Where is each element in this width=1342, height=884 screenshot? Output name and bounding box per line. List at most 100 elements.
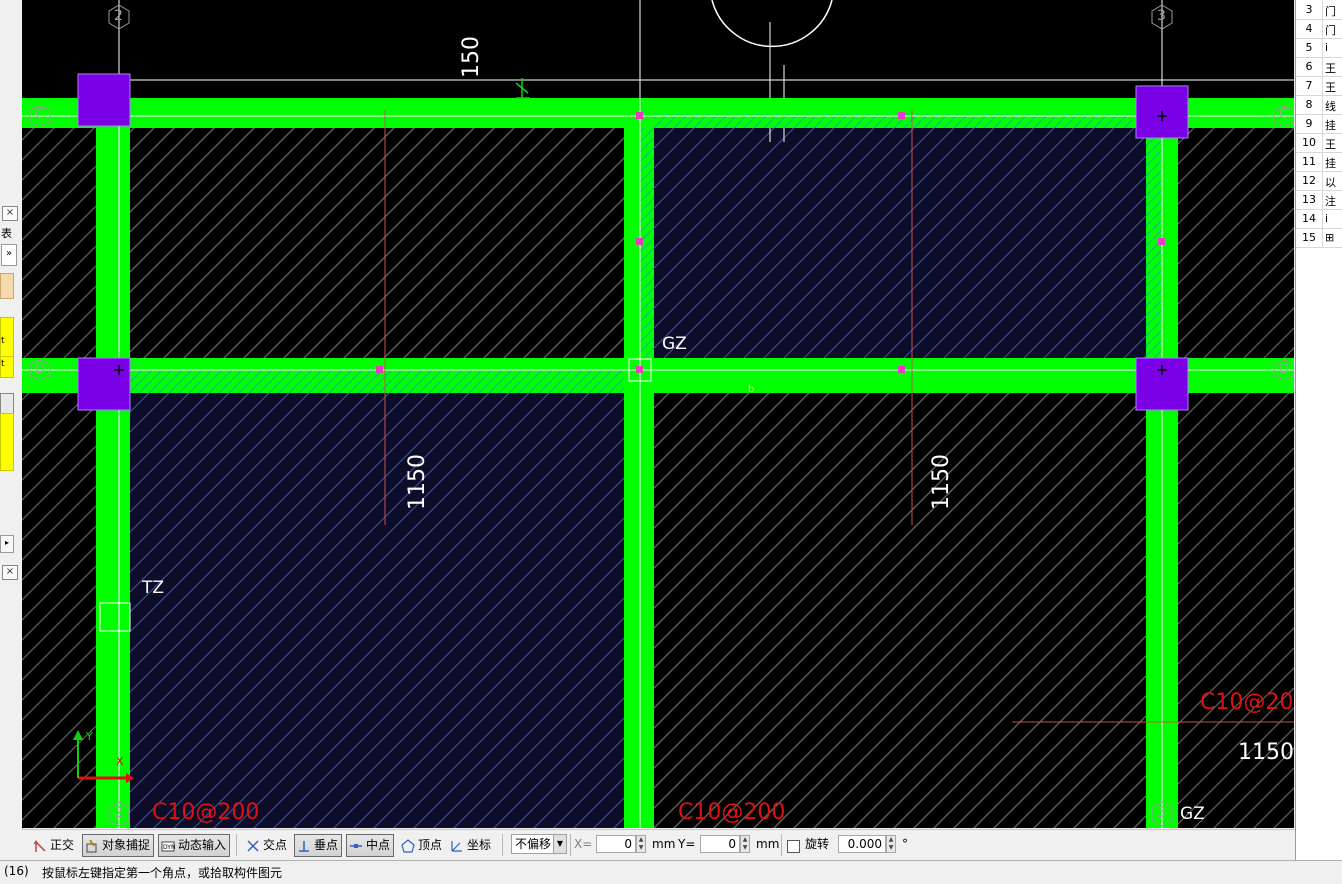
slab-region[interactable]	[654, 393, 1146, 828]
cad-drawing-canvas[interactable]: 2 3 2 3 C C D D GZ GZ TZ 150 1150 1150 1…	[22, 0, 1294, 828]
row-glyph: 门	[1325, 5, 1336, 18]
dynamic-input-label: 动态输入	[178, 838, 227, 852]
chevron-down-icon[interactable]: ▼	[553, 835, 566, 853]
property-row[interactable]: 8线	[1296, 95, 1342, 115]
property-row[interactable]: 14 i	[1296, 209, 1342, 229]
toolbar-separator	[236, 834, 237, 856]
property-row[interactable]: 9挂	[1296, 114, 1342, 134]
row-number: 5	[1305, 41, 1313, 54]
slab-region[interactable]	[130, 128, 624, 358]
row-glyph: 线	[1325, 100, 1336, 113]
left-selected-cell[interactable]	[0, 393, 14, 415]
row-cell[interactable]: i	[1322, 209, 1342, 228]
property-row[interactable]: 12 以	[1296, 171, 1342, 191]
property-row[interactable]: 5i	[1296, 38, 1342, 58]
x-input[interactable]: 0	[596, 835, 636, 853]
expand-icon[interactable]: »	[1, 244, 17, 266]
dynamic-input-icon: DYN	[161, 839, 175, 853]
property-row[interactable]: 7王	[1296, 76, 1342, 96]
rotate-spinner[interactable]: ▲ ▼	[886, 835, 896, 853]
toolbar-separator	[781, 834, 782, 856]
property-row[interactable]: 4门	[1296, 19, 1342, 39]
rebar-label: C10@200	[678, 800, 786, 825]
ucs-y-label: Y	[86, 730, 93, 743]
perpendicular-snap-button[interactable]: 垂点	[294, 834, 343, 857]
row-cell[interactable]: 挂	[1322, 152, 1342, 171]
vertex-snap-button[interactable]: 顶点	[398, 834, 446, 857]
beam-row-d-selected[interactable]	[130, 370, 630, 393]
axis-label-col-2: 2	[114, 8, 123, 24]
perpendicular-icon	[297, 839, 311, 853]
degree-unit: °	[902, 837, 908, 851]
beam-col-2[interactable]	[96, 98, 130, 828]
y-input[interactable]: 0	[700, 835, 740, 853]
drawing-svg[interactable]	[22, 0, 1294, 828]
close-icon[interactable]: ×	[2, 565, 18, 580]
row-number: 6	[1305, 60, 1313, 73]
axis-label-row-d: D	[35, 362, 46, 377]
coordinate-snap-button[interactable]: 坐标	[447, 834, 495, 857]
x-label: X=	[574, 837, 593, 851]
x-spinner[interactable]: ▲ ▼	[636, 835, 646, 853]
scroll-right-icon[interactable]: ▸	[0, 535, 14, 553]
row-cell[interactable]: ⊞	[1322, 228, 1342, 247]
dynamic-input-button[interactable]: DYN 动态输入	[158, 834, 231, 857]
dimension-text-left: 1150	[405, 454, 430, 510]
y-spinner[interactable]: ▲ ▼	[740, 835, 750, 853]
component-label-tz: TZ	[142, 578, 165, 598]
row-cell[interactable]: 线	[1322, 95, 1342, 114]
row-cell[interactable]: 注	[1322, 190, 1342, 209]
property-row[interactable]: 10 王	[1296, 133, 1342, 153]
property-row[interactable]: 3门	[1296, 0, 1342, 20]
arc-element[interactable]	[711, 0, 833, 48]
property-list-panel[interactable]: 3 门 4 门 5 i 6 王 7 王 8 线 9 挂 10 王 11 挂 12 以 13 注 14 i 15 ⊞	[1295, 0, 1342, 860]
axis-label-row-c-right: C	[1279, 107, 1289, 122]
row-glyph: ⊞	[1325, 231, 1335, 244]
left-tab-label[interactable]: 表	[1, 225, 12, 241]
row-number: 11	[1302, 155, 1316, 168]
row-number: 15	[1302, 231, 1316, 244]
close-icon[interactable]: ×	[2, 206, 18, 221]
property-row[interactable]: 15 ⊞	[1296, 228, 1342, 248]
rebar-label: C10@200	[152, 800, 260, 825]
row-cell[interactable]: 王	[1322, 133, 1342, 152]
row-cell[interactable]: 王	[1322, 76, 1342, 95]
rotate-input[interactable]: 0.000	[838, 835, 886, 853]
row-number: 8	[1305, 98, 1313, 111]
row-cell[interactable]: 门	[1322, 0, 1342, 19]
ucs-x-label: X	[116, 755, 124, 768]
slab-region-selected[interactable]	[654, 128, 1146, 358]
column[interactable]	[77, 73, 131, 127]
ortho-button[interactable]: 正交	[30, 834, 78, 857]
left-side-panel: × 表 » t t ▸ ×	[0, 0, 23, 860]
midpoint-snap-button[interactable]: 中点	[346, 834, 395, 857]
axis-label-col-3-bottom: 3	[1157, 805, 1166, 821]
offset-mode-select[interactable]: 不偏移 ▼	[511, 834, 567, 854]
vertex-label: 顶点	[418, 838, 443, 852]
rotate-checkbox[interactable]	[787, 840, 800, 853]
axis-label-row-c: C	[35, 107, 45, 122]
row-cell[interactable]: 挂	[1322, 114, 1342, 133]
rebar-label: C10@200	[1200, 690, 1294, 715]
row-glyph: 以	[1325, 176, 1336, 189]
ortho-icon	[33, 839, 47, 853]
property-row[interactable]: 11 挂	[1296, 152, 1342, 172]
row-cell[interactable]: 门	[1322, 19, 1342, 38]
osnap-button[interactable]: 对象捕捉	[82, 834, 155, 857]
ortho-label: 正交	[50, 838, 75, 852]
row-cell[interactable]: 王	[1322, 57, 1342, 76]
row-cell[interactable]: i	[1322, 38, 1342, 57]
property-row[interactable]: 13 注	[1296, 190, 1342, 210]
row-glyph: i	[1325, 212, 1329, 225]
svg-text:DYN: DYN	[163, 844, 175, 851]
left-yellow-cell: t	[0, 317, 14, 357]
row-cell[interactable]: 以	[1322, 171, 1342, 190]
slab-region-selected[interactable]	[130, 393, 624, 828]
intersection-snap-button[interactable]: 交点	[243, 834, 291, 857]
coordinate-icon	[450, 839, 464, 853]
row-glyph: 王	[1325, 138, 1336, 151]
column[interactable]	[77, 357, 131, 411]
property-row[interactable]: 6王	[1296, 57, 1342, 77]
dimension-text-top: 150	[459, 36, 484, 78]
row-number: 13	[1302, 193, 1316, 206]
